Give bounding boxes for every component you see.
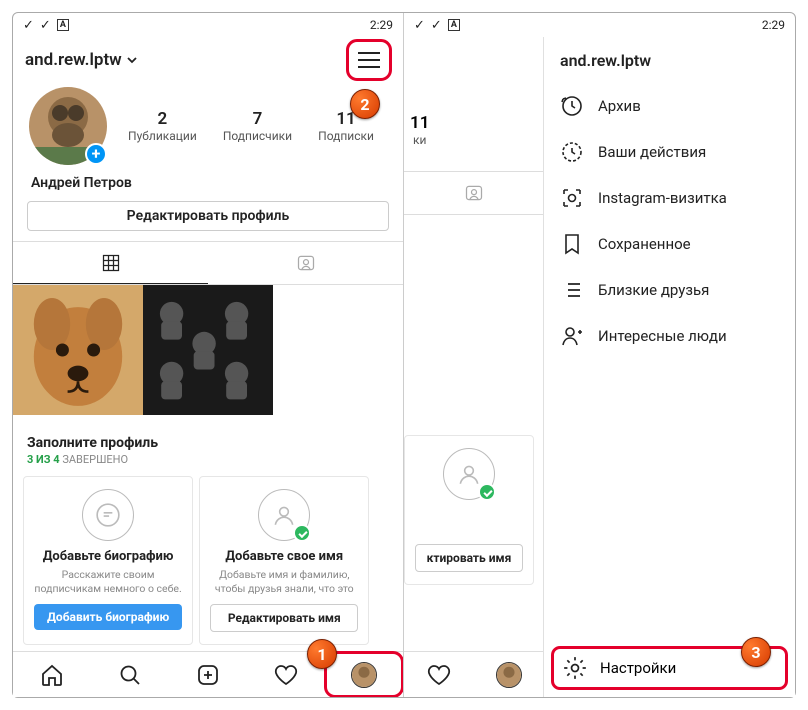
annotation-badge-1: 1	[307, 639, 337, 669]
status-bar: ✓✓A 2:29	[13, 13, 403, 37]
display-name: Андрей Петров	[13, 175, 403, 201]
name-icon	[443, 448, 495, 500]
menu-archive[interactable]: Архив	[544, 83, 795, 129]
status-time: 2:29	[762, 18, 785, 32]
profile-username[interactable]: and.rew.lptw	[25, 50, 138, 70]
complete-progress: 3 ИЗ 4 ЗАВЕРШЕНО	[13, 453, 403, 476]
add-story-icon[interactable]: +	[85, 143, 107, 165]
home-icon	[40, 663, 64, 687]
tagged-icon	[464, 183, 484, 203]
status-icons-left: ✓✓A	[414, 18, 460, 33]
card-bio-title: Добавьте биографию	[34, 549, 182, 564]
tab-tagged[interactable]	[404, 172, 544, 214]
edit-profile-button[interactable]: Редактировать профиль	[27, 201, 389, 231]
plus-square-icon	[196, 663, 220, 687]
stat-followers[interactable]: 7Подписчики	[223, 109, 292, 143]
tab-grid[interactable]	[13, 242, 208, 284]
nametag-icon	[560, 186, 584, 210]
photo-1[interactable]	[13, 285, 143, 419]
phone-right: ✓✓A 2:29 ктировать имя	[404, 13, 795, 697]
phone-left: ✓✓A 2:29 and.rew.lptw 2	[13, 13, 404, 697]
menu-close-friends[interactable]: Близкие друзья	[544, 267, 795, 313]
menu-activity[interactable]: Ваши действия	[544, 129, 795, 175]
menu-nametag[interactable]: Instagram-визитка	[544, 175, 795, 221]
hamburger-menu-button[interactable]	[347, 40, 391, 80]
hamburger-icon	[358, 52, 380, 68]
menu-saved[interactable]: Сохраненное	[544, 221, 795, 267]
card-bio: Добавьте биографию Расскажите своим подп…	[23, 476, 193, 645]
nav-add[interactable]	[169, 652, 247, 697]
tagged-icon	[296, 253, 316, 273]
list-icon	[560, 278, 584, 302]
edit-name-button[interactable]: ктировать имя	[415, 544, 523, 572]
annotation-badge-2: 2	[350, 89, 380, 119]
name-icon	[258, 489, 310, 541]
menu-discover[interactable]: Интересные люди	[544, 313, 795, 359]
add-person-icon	[560, 324, 584, 348]
avatar-icon	[496, 662, 522, 688]
avatar-icon	[351, 662, 377, 688]
annotation-badge-3: 3	[741, 637, 771, 667]
heart-icon	[274, 663, 298, 687]
bottom-nav	[13, 651, 403, 697]
grid-icon	[101, 253, 121, 273]
add-bio-button[interactable]: Добавить биографию	[34, 604, 182, 630]
heart-icon	[427, 663, 451, 687]
activity-icon	[560, 140, 584, 164]
card-bio-desc: Расскажите своим подписчикам немного о с…	[34, 568, 182, 596]
photo-grid	[13, 285, 403, 419]
stat-posts[interactable]: 2Публикации	[128, 109, 197, 143]
gear-icon	[562, 655, 588, 681]
drawer-title: and.rew.lptw	[544, 37, 795, 83]
side-drawer: and.rew.lptw Архив Ваши действия Instagr…	[543, 37, 795, 697]
photo-empty	[273, 285, 403, 419]
complete-title: Заполните профиль	[13, 419, 403, 453]
edit-name-button[interactable]: Редактировать имя	[210, 604, 358, 632]
card-name: ктировать имя	[404, 435, 534, 585]
card-name: Добавьте свое имя Добавьте имя и фамилию…	[199, 476, 369, 645]
stat-following-trunc: 11 ки	[410, 113, 429, 147]
search-icon	[118, 663, 142, 687]
bio-icon	[82, 489, 134, 541]
chevron-down-icon	[126, 54, 138, 66]
nav-profile[interactable]	[325, 652, 403, 697]
status-bar: ✓✓A 2:29	[404, 13, 795, 37]
tab-tagged[interactable]	[208, 242, 403, 284]
bookmark-icon	[560, 232, 584, 256]
profile-avatar[interactable]: +	[29, 87, 107, 165]
photo-2[interactable]	[143, 285, 273, 419]
nav-likes[interactable]	[404, 652, 474, 697]
archive-icon	[560, 94, 584, 118]
status-icons-left: ✓✓A	[23, 18, 69, 33]
card-name-title: Добавьте свое имя	[210, 549, 358, 564]
nav-home[interactable]	[13, 652, 91, 697]
nav-search[interactable]	[91, 652, 169, 697]
card-name-desc: Добавьте имя и фамилию, чтобы друзья зна…	[210, 568, 358, 596]
status-time: 2:29	[370, 18, 393, 32]
nav-profile[interactable]	[474, 652, 544, 697]
